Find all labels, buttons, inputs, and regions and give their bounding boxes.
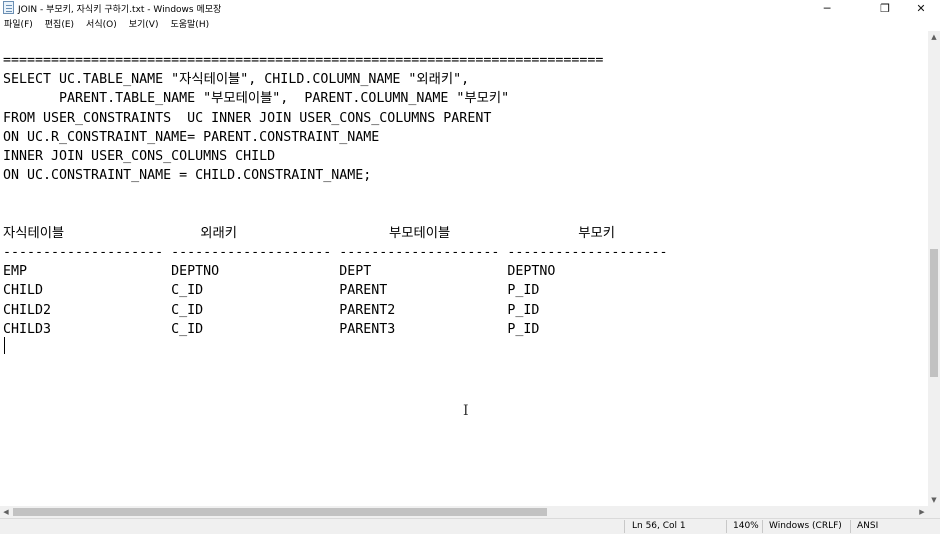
menu-help[interactable]: 도움말(H) <box>164 17 215 30</box>
scrollbar-corner <box>928 506 940 518</box>
editor-content[interactable]: ========================================… <box>3 51 667 339</box>
window-title: JOIN - 부모키, 자식키 구하기.txt - Windows 메모장 <box>18 5 222 15</box>
close-button[interactable]: ✕ <box>898 0 940 16</box>
status-divider <box>762 520 763 533</box>
vertical-scroll-thumb[interactable] <box>930 249 938 377</box>
scroll-left-icon[interactable]: ◀ <box>0 506 12 518</box>
status-divider <box>624 520 625 533</box>
menu-bar: 파일(F) 편집(E) 서식(O) 보기(V) 도움말(H) <box>0 16 940 31</box>
horizontal-scroll-thumb[interactable] <box>13 508 547 516</box>
status-zoom: 140% <box>733 521 759 531</box>
status-encoding: ANSI <box>857 521 879 531</box>
title-bar[interactable]: JOIN - 부모키, 자식키 구하기.txt - Windows 메모장 ─ … <box>0 0 940 16</box>
ibeam-cursor-icon: I <box>463 403 469 419</box>
scroll-right-icon[interactable]: ▶ <box>916 506 928 518</box>
scroll-up-icon[interactable]: ▲ <box>928 31 940 43</box>
text-editor[interactable]: ========================================… <box>0 31 928 506</box>
menu-view[interactable]: 보기(V) <box>123 17 165 30</box>
minimize-button[interactable]: ─ <box>804 0 850 16</box>
status-divider <box>850 520 851 533</box>
vertical-scrollbar[interactable]: ▲ ▼ <box>928 31 940 506</box>
status-line-ending: Windows (CRLF) <box>769 521 842 531</box>
notepad-icon <box>3 1 14 14</box>
status-cursor-position: Ln 56, Col 1 <box>632 521 686 531</box>
scroll-down-icon[interactable]: ▼ <box>928 494 940 506</box>
menu-format[interactable]: 서식(O) <box>80 17 123 30</box>
status-divider <box>726 520 727 533</box>
horizontal-scrollbar[interactable]: ◀ ▶ <box>0 506 928 518</box>
menu-edit[interactable]: 편집(E) <box>39 17 80 30</box>
status-bar: Ln 56, Col 1 140% Windows (CRLF) ANSI <box>0 518 940 534</box>
text-caret <box>4 337 5 354</box>
menu-file[interactable]: 파일(F) <box>0 17 39 30</box>
